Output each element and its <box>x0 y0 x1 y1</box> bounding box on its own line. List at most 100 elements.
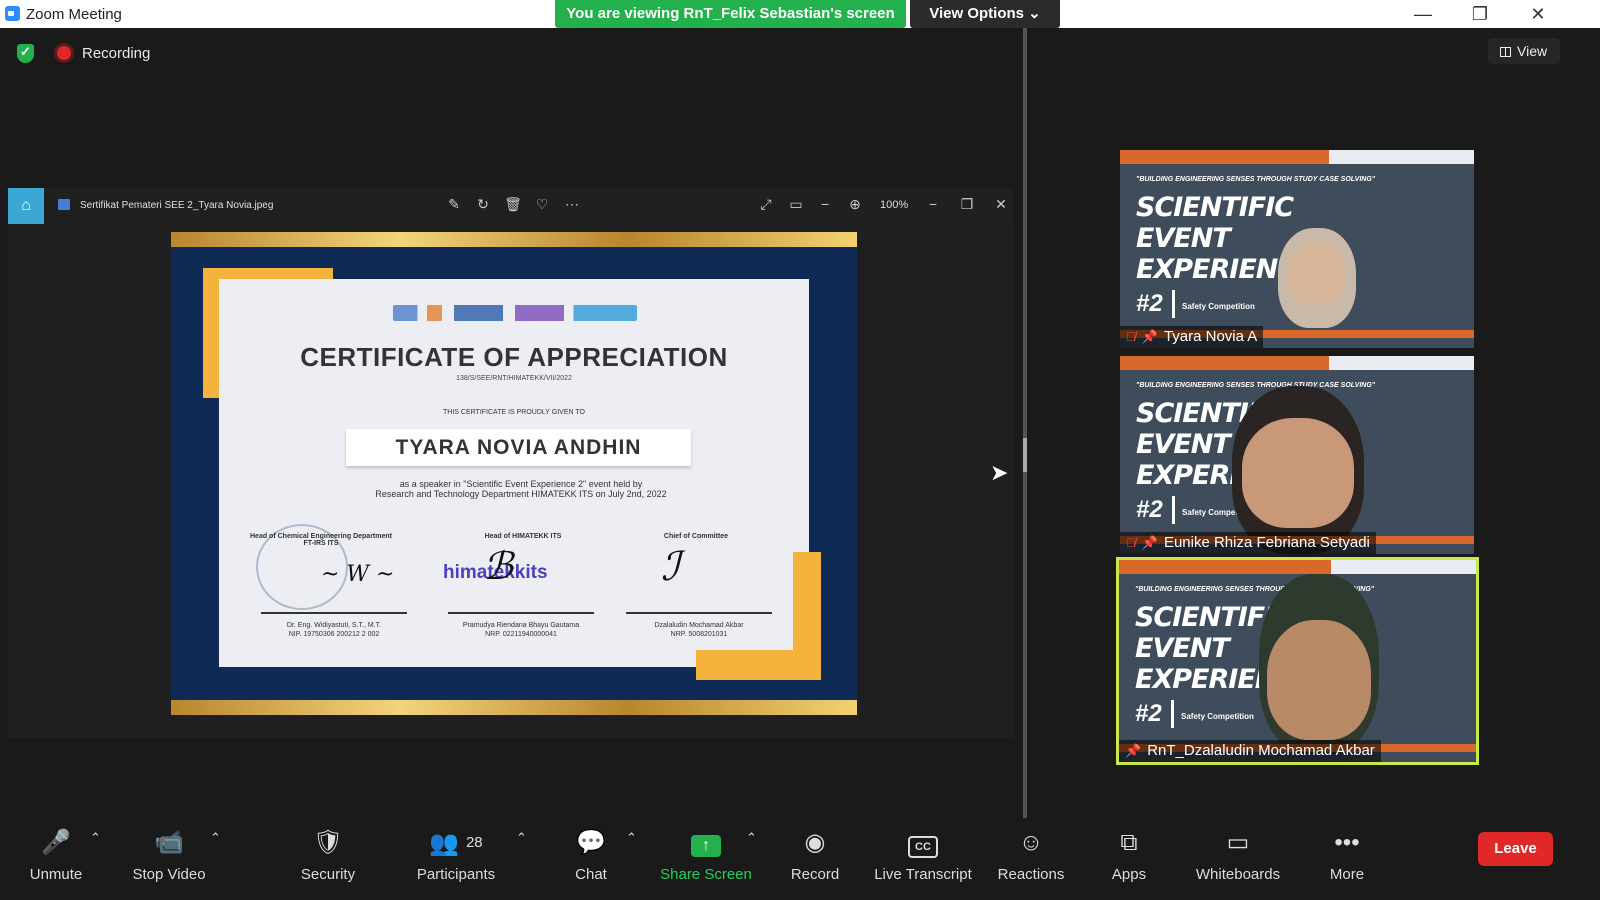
tile-slogan: "BUILDING ENGINEERING SENSES THROUGH STU… <box>1136 176 1376 183</box>
tile-event-sub: Safety Competition <box>1182 302 1255 311</box>
participant-name-bar: 📌 RnT_Dzalaludin Mochamad Akbar <box>1119 740 1381 762</box>
pin-icon: 📌 <box>1125 743 1142 758</box>
participant-tile[interactable]: "BUILDING ENGINEERING SENSES THROUGH STU… <box>1120 150 1474 348</box>
cert-corner-right <box>793 552 821 680</box>
whiteboards-button[interactable]: ▭ Whiteboards <box>1183 828 1293 883</box>
participants-button[interactable]: 👥 28 Participants <box>401 828 511 883</box>
security-button[interactable]: 🛡 Security <box>273 828 383 883</box>
stop-video-button[interactable]: 📹 Stop Video <box>114 828 224 883</box>
whiteboard-icon: ▭ <box>1226 829 1250 856</box>
fullscreen-icon: ⤢ <box>760 196 772 212</box>
pin-icon: 📌 <box>1141 329 1158 344</box>
share-screen-label: Share Screen <box>660 866 752 883</box>
live-transcript-button[interactable]: CC Live Transcript <box>868 828 978 883</box>
encryption-shield-icon[interactable] <box>17 44 34 63</box>
mouse-cursor-icon: ➤ <box>990 460 1009 485</box>
cert-description-line1: as a speaker in "Scientific Event Experi… <box>399 479 643 489</box>
participant-face <box>1288 242 1346 304</box>
record-button[interactable]: ◉ Record <box>760 828 870 883</box>
participant-face <box>1267 620 1371 740</box>
tile-banner-top <box>1120 150 1474 164</box>
signature-2: ℬ <box>483 544 513 588</box>
live-transcript-label: Live Transcript <box>874 866 972 883</box>
tile-banner-top <box>1119 560 1476 574</box>
pin-icon: 📌 <box>1141 535 1158 550</box>
share-caret-icon[interactable]: ⌃ <box>746 830 757 846</box>
maximize-button[interactable]: ❐ <box>1465 4 1495 25</box>
record-icon: ◉ <box>804 829 826 856</box>
more-dots-icon: ••• <box>1334 829 1360 856</box>
cert-description: as a speaker in "Scientific Event Experi… <box>331 479 711 499</box>
favorite-icon: ♡ <box>535 196 549 212</box>
reactions-button[interactable]: ☺ Reactions <box>976 828 1086 883</box>
video-camera-icon: 📹 <box>154 829 184 856</box>
participant-tile[interactable]: "BUILDING ENGINEERING SENSES THROUGH STU… <box>1120 356 1474 554</box>
tile-slogan: "BUILDING ENGINEERING SENSES THROUGH STU… <box>1136 382 1376 389</box>
tile-event-line1: SCIENTIFIC <box>1136 192 1294 223</box>
signatory-3-name: Dzalaludin Mochamad Akbar <box>654 622 744 629</box>
edit-icon: ✎ <box>448 196 460 212</box>
viewer-restore-icon: ❐ <box>960 196 974 212</box>
participant-name: RnT_Dzalaludin Mochamad Akbar <box>1147 742 1375 759</box>
signatory-3-title: Chief of Committee <box>663 533 729 540</box>
viewer-file-name: Sertifikat Pemateri SEE 2_Tyara Novia.jp… <box>80 200 274 211</box>
participant-name-bar: 🎙̸ 📌 Eunike Rhiza Febriana Setyadi <box>1120 532 1376 554</box>
tile-event-number: #2 <box>1135 700 1162 727</box>
chat-label: Chat <box>575 866 607 883</box>
tile-event-sub: Safety Competition <box>1181 712 1254 721</box>
cert-gold-border-top <box>171 232 857 247</box>
delete-icon: 🗑 <box>504 196 522 212</box>
panel-splitter[interactable] <box>1023 28 1027 818</box>
signatory-2-name: Pramudya Riendana Bhayu Gautama <box>462 622 580 629</box>
tile-event-number: #2 <box>1136 496 1163 523</box>
video-options-caret-icon[interactable]: ⌃ <box>210 830 221 846</box>
viewer-minimize-icon: − <box>928 196 938 212</box>
tile-banner-top <box>1120 356 1474 370</box>
apps-button[interactable]: ⧉ Apps <box>1074 828 1184 883</box>
signatory-1: Dr. Eng. Widiyastuti, S.T., M.T. NIP. 19… <box>249 621 419 639</box>
cert-gold-border-bottom <box>171 700 857 715</box>
audio-options-caret-icon[interactable]: ⌃ <box>90 830 101 846</box>
signatory-2-title: Head of HIMATEKK ITS <box>484 533 562 540</box>
cert-recipient: TYARA NOVIA ANDHIN <box>346 429 691 466</box>
viewer-zoom-level: 100% <box>880 199 909 211</box>
tile-separator <box>1171 700 1174 728</box>
participant-face <box>1242 418 1354 528</box>
minimize-button[interactable]: — <box>1408 4 1438 25</box>
view-options-button[interactable]: View Options ⌄ <box>910 0 1060 28</box>
more-label: More <box>1329 866 1365 883</box>
signature-1: ~ W ~ <box>321 562 395 587</box>
stop-video-label: Stop Video <box>132 866 206 883</box>
more-button[interactable]: ••• More <box>1292 828 1402 883</box>
splitter-handle[interactable] <box>1023 438 1027 472</box>
participants-count: 28 <box>465 834 483 851</box>
signatory-1-title: Head of Chemical Engineering Department … <box>250 533 392 547</box>
emoji-reaction-icon: ☺ <box>1018 829 1044 856</box>
recording-label[interactable]: Recording <box>82 45 150 62</box>
close-button[interactable]: ✕ <box>1523 4 1553 25</box>
participant-name: Eunike Rhiza Febriana Setyadi <box>1163 534 1370 551</box>
viewer-close-icon: ✕ <box>995 196 1007 212</box>
chat-caret-icon[interactable]: ⌃ <box>626 830 637 846</box>
leave-button[interactable]: Leave <box>1478 832 1553 866</box>
participant-name: Tyara Novia A <box>1163 328 1258 345</box>
signature-3: ℐ <box>661 544 680 590</box>
share-banner: You are viewing RnT_Felix Sebastian's sc… <box>555 0 906 28</box>
sponsor-logos <box>393 305 637 321</box>
signatory-3: Dzalaludin Mochamad Akbar NRP. 500820103… <box>614 621 784 639</box>
zoom-logo-icon <box>5 6 20 21</box>
fit-icon: ▭ <box>789 196 803 212</box>
signature-line-3 <box>626 612 772 614</box>
cert-description-line2: Research and Technology Department HIMAT… <box>375 489 667 499</box>
view-button[interactable]: View <box>1488 38 1560 64</box>
home-icon: ⌂ <box>8 188 44 224</box>
participant-tile-active-speaker[interactable]: "BUILDING ENGINEERING SENSES THROUGH STU… <box>1116 557 1479 765</box>
share-screen-button[interactable]: ↑ Share Screen <box>651 828 761 883</box>
more-icon: ⋯ <box>565 196 579 212</box>
record-label: Record <box>790 866 840 883</box>
window-title: Zoom Meeting <box>26 6 122 23</box>
reactions-label: Reactions <box>997 866 1065 883</box>
participants-caret-icon[interactable]: ⌃ <box>516 830 527 846</box>
unmute-label: Unmute <box>29 866 83 883</box>
whiteboards-label: Whiteboards <box>1195 866 1281 883</box>
